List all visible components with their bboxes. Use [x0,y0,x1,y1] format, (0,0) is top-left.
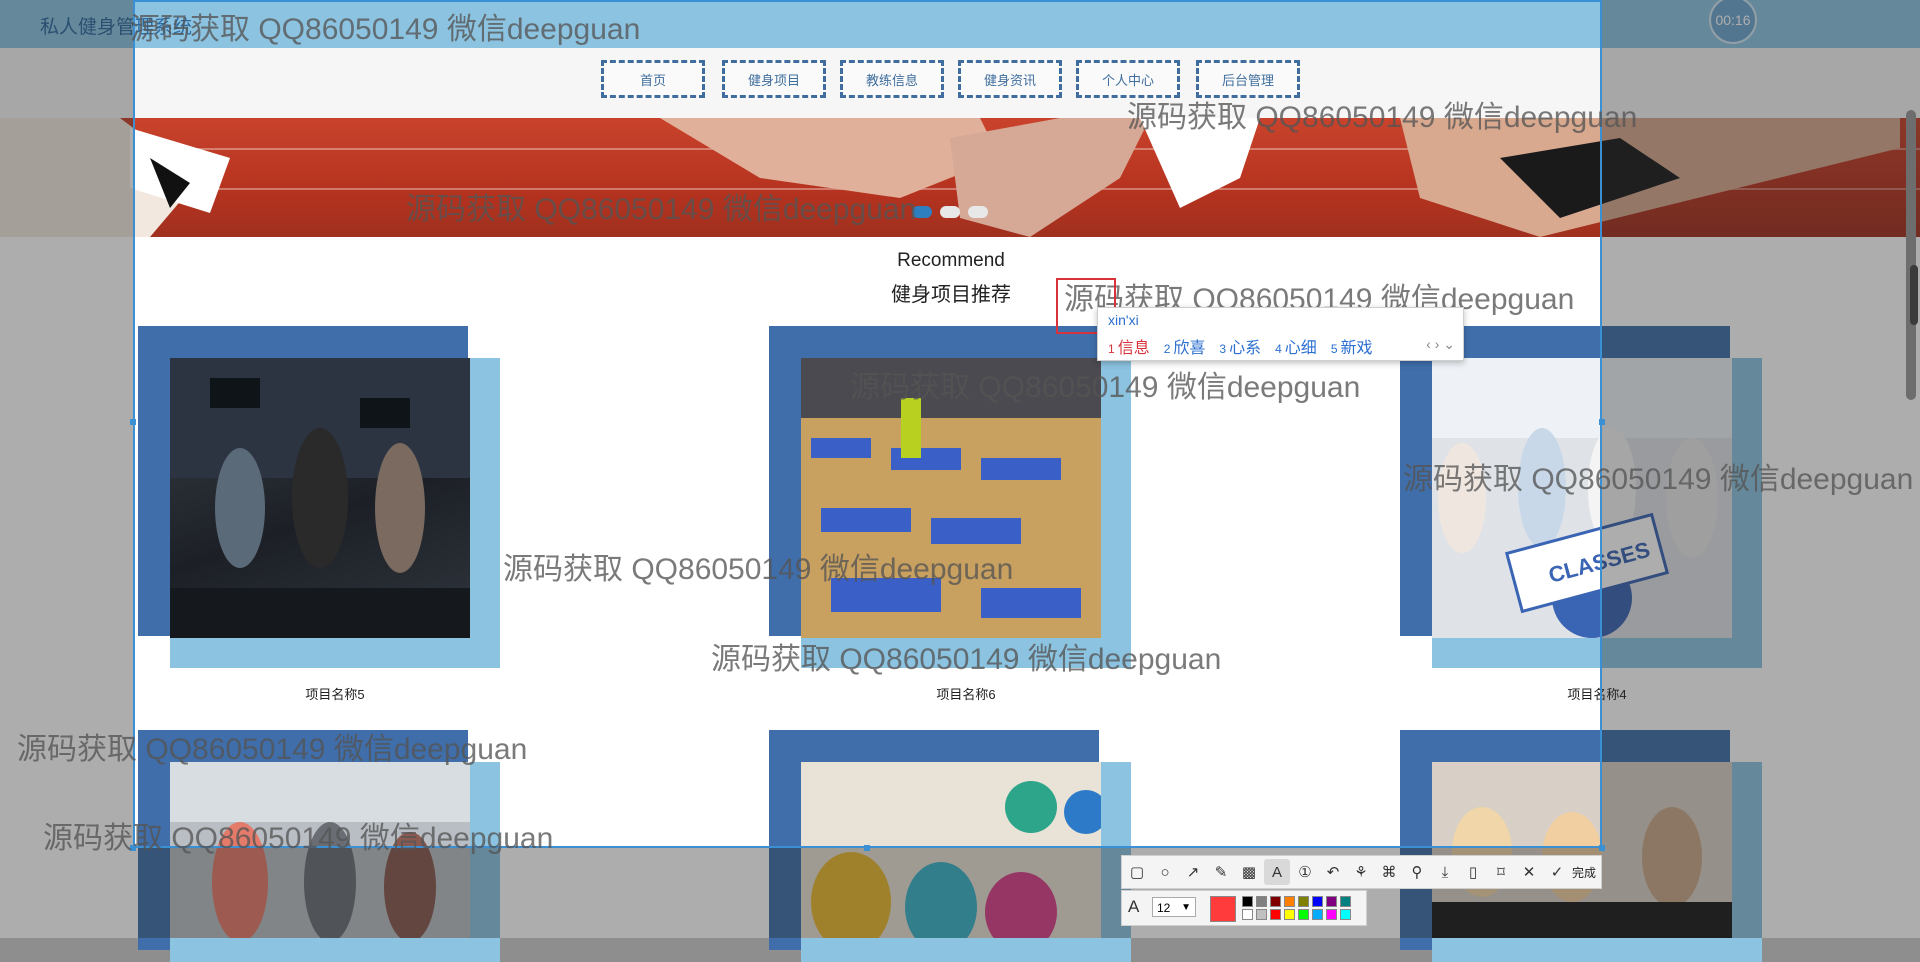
ime-candidate[interactable]: 2 欣喜 [1164,334,1206,358]
pen-icon[interactable]: ✎ [1208,859,1234,885]
ocr-icon[interactable]: ⚲ [1404,859,1430,885]
color-swatch[interactable] [1340,909,1351,920]
color-swatch[interactable] [1312,909,1323,920]
runner-illustration [0,118,1900,237]
aerobics-illustration [170,762,470,938]
done-button[interactable]: 完成 [1572,864,1596,881]
scroll-position-marker[interactable] [1910,265,1918,325]
card-label[interactable]: 项目名称5 [185,684,485,703]
mosaic-icon[interactable]: ▩ [1236,859,1262,885]
color-swatch[interactable] [1270,909,1281,920]
ime-candidate[interactable]: 4 心细 [1275,334,1317,358]
ime-next-icon[interactable]: › [1435,336,1440,352]
resize-handle-left[interactable] [130,419,136,425]
color-swatch[interactable] [1312,896,1323,907]
font-glyph-icon: A [1128,897,1140,916]
nav-item-personal-center[interactable]: 个人中心 [1076,60,1180,98]
nav-item-fitness-news[interactable]: 健身资讯 [958,60,1062,98]
dumbbell-class-illustration: CLASSES [1432,358,1732,638]
carousel-dot-2[interactable] [940,206,960,218]
download-icon[interactable]: ⤓ [1432,859,1458,885]
section-title-en: Recommend [897,250,1005,271]
top-header-bar: 私人健身管理系统 [0,0,1920,50]
ime-candidate[interactable]: 5 新戏 [1331,334,1373,358]
resize-handle-bottom-right[interactable] [1599,845,1605,851]
ime-expand-icon[interactable]: ⌄ [1443,336,1455,352]
card-label[interactable]: 项目名称4 [1447,684,1747,703]
color-swatch[interactable] [1340,896,1351,907]
project-image-cycling[interactable] [1432,762,1732,938]
color-swatch[interactable] [1298,909,1309,920]
nav-item-fitness-projects[interactable]: 健身项目 [722,60,826,98]
nav-item-home[interactable]: 首页 [601,60,705,98]
color-swatch[interactable] [1284,896,1295,907]
color-swatch[interactable] [1256,896,1267,907]
project-image-spin[interactable] [170,358,470,638]
color-swatch[interactable] [1242,896,1253,907]
check-icon[interactable]: ✓ [1544,859,1570,885]
color-swatch[interactable] [1326,909,1337,920]
bookmark-icon[interactable]: ⌑ [1488,859,1514,885]
text-icon[interactable]: A [1264,859,1290,885]
undo-icon[interactable]: ↶ [1320,859,1346,885]
carousel-dot-3[interactable] [968,206,988,218]
ime-candidate-window[interactable]: xin'xi 1 信息 2 欣喜 3 心系 4 心细 5 新戏 ‹ › ⌄ [1097,307,1464,361]
carousel-dots [912,206,988,218]
nav-item-admin[interactable]: 后台管理 [1196,60,1300,98]
current-color-swatch[interactable] [1210,896,1236,922]
project-image-ball[interactable] [801,762,1101,938]
resize-handle-right[interactable] [1599,419,1605,425]
project-image-classes[interactable]: CLASSES [1432,358,1732,638]
ime-prev-icon[interactable]: ‹ [1426,336,1431,352]
close-icon[interactable]: ✕ [1516,859,1542,885]
ime-candidate[interactable]: 3 心系 [1219,334,1261,358]
site-title: 私人健身管理系统 [40,17,193,38]
nav-item-coach-info[interactable]: 教练信息 [840,60,944,98]
plank-class-illustration [801,358,1101,618]
project-image-aerobics[interactable] [170,762,470,938]
section-title-cn: 健身项目推荐 [891,284,1011,306]
color-swatch[interactable] [1256,909,1267,920]
project-image-plank[interactable] [801,358,1101,638]
ball-class-illustration [811,781,1101,938]
screenshot-toolbar: ▢ ○ ↗ ✎ ▩ A ① ↶ ⚘ ⌘ ⚲ ⤓ ▯ ⌑ ✕ ✓ 完成 [1121,855,1602,889]
ellipse-icon[interactable]: ○ [1152,859,1178,885]
page-scrollbar-thumb[interactable] [1906,110,1916,400]
font-size-select[interactable]: 12 ▼ [1152,897,1196,917]
save-icon[interactable]: ▯ [1460,859,1486,885]
pin-icon[interactable]: ⚘ [1348,859,1374,885]
color-swatch[interactable] [1298,896,1309,907]
color-swatch[interactable] [1326,896,1337,907]
text-style-panel: A 12 ▼ [1121,890,1367,926]
ime-pinyin-input: xin'xi [1108,312,1139,328]
spin-class-illustration [170,358,470,638]
resize-handle-bottom[interactable] [864,845,870,851]
cycling-illustration [1432,807,1732,938]
carousel-dot-1[interactable] [912,206,932,218]
translate-icon[interactable]: ⌘ [1376,859,1402,885]
arrow-icon[interactable]: ↗ [1180,859,1206,885]
banner-carousel[interactable] [0,118,1920,237]
card-label[interactable]: 项目名称6 [816,684,1116,703]
rect-icon[interactable]: ▢ [1124,859,1150,885]
color-swatch[interactable] [1270,896,1281,907]
color-swatch[interactable] [1284,909,1295,920]
dropdown-caret-icon: ▼ [1181,902,1191,913]
color-swatch[interactable] [1242,909,1253,920]
ime-candidate[interactable]: 1 信息 [1108,334,1150,358]
number-icon[interactable]: ① [1292,859,1318,885]
resize-handle-bottom-left[interactable] [130,845,136,851]
